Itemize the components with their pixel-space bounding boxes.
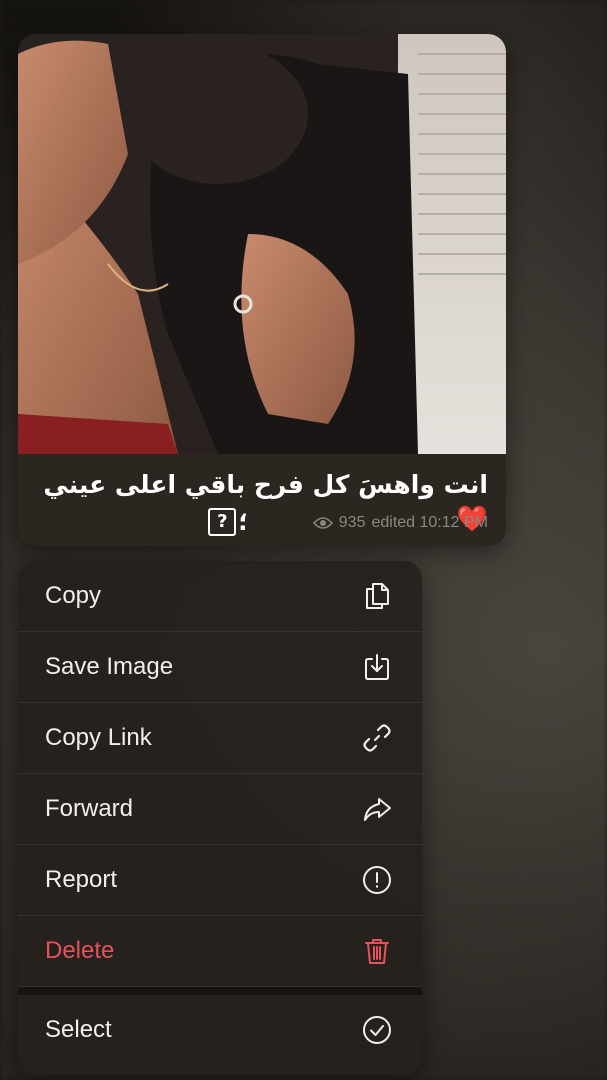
view-count: 935 [338, 514, 366, 531]
link-icon [360, 721, 394, 755]
download-icon [360, 650, 394, 684]
menu-item-label: Copy [45, 582, 102, 609]
menu-item-copy[interactable]: Copy [18, 561, 422, 632]
menu-item-select[interactable]: Select [18, 995, 422, 1065]
menu-item-label: Report [45, 866, 118, 893]
forward-arrow-icon [360, 792, 394, 826]
message-bubble[interactable]: انت واهسَ كل فرح باقي اعلى عيني❤️ ? ؛ 93… [18, 34, 506, 546]
menu-item-forward[interactable]: Forward [18, 774, 422, 845]
unknown-glyph-box: ? [208, 508, 237, 536]
context-menu: Copy Save Image Copy Link Forward Report… [18, 561, 422, 1075]
caption-tail-text: ؛ [238, 508, 248, 536]
edited-timestamp: edited 10:12 PM [371, 514, 488, 531]
menu-separator [18, 987, 422, 995]
caption-footer: ? ؛ 935 edited 10:12 PM [36, 506, 488, 542]
message-meta: 935 edited 10:12 PM [312, 514, 488, 532]
menu-item-label: Save Image [45, 653, 174, 680]
copy-icon [360, 579, 394, 613]
menu-item-label: Forward [45, 795, 134, 822]
menu-item-report[interactable]: Report [18, 845, 422, 916]
alert-circle-icon [360, 863, 394, 897]
menu-item-label: Select [45, 1016, 112, 1043]
caption-tail: ? ؛ [208, 508, 248, 536]
menu-item-copy-link[interactable]: Copy Link [18, 703, 422, 774]
message-photo [18, 34, 506, 454]
menu-item-label: Copy Link [45, 724, 152, 751]
menu-item-save-image[interactable]: Save Image [18, 632, 422, 703]
menu-item-delete[interactable]: Delete [18, 916, 422, 987]
check-circle-icon [360, 1013, 394, 1047]
eye-icon [312, 517, 333, 529]
menu-item-label: Delete [45, 937, 115, 964]
trash-icon [360, 934, 394, 968]
